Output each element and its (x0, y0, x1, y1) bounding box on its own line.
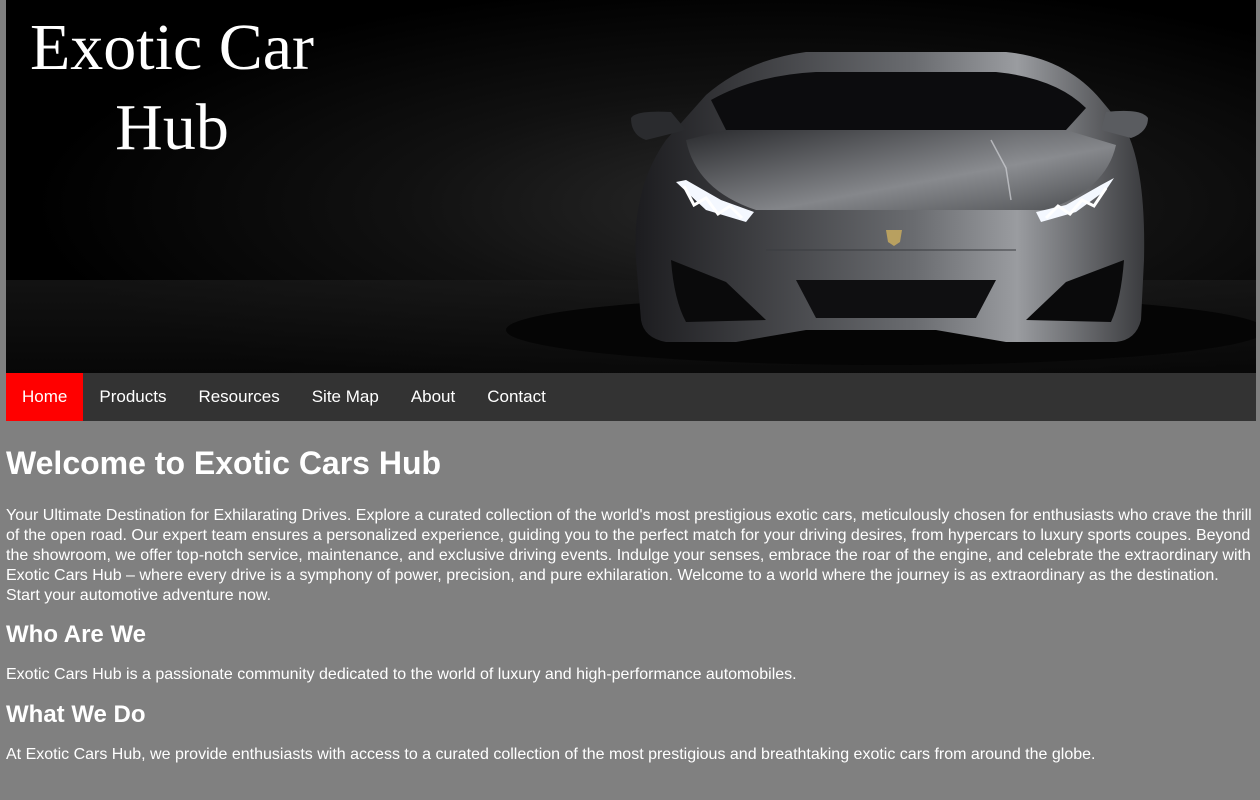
page-heading: Welcome to Exotic Cars Hub (6, 445, 442, 481)
main-navigation: Home Products Resources Site Map About C… (6, 373, 1256, 421)
nav-contact-link[interactable]: Contact (471, 373, 562, 421)
nav-site-map-link[interactable]: Site Map (296, 373, 395, 421)
section-text-what-we-do: At Exotic Cars Hub, we provide enthusias… (6, 746, 1096, 763)
section-heading-what-we-do: What We Do (6, 701, 146, 728)
page: Exotic Car Hub Home Products Resources S… (0, 0, 1260, 800)
site-title: Exotic Car Hub (29, 11, 315, 164)
section-text-who-are-we: Exotic Cars Hub is a passionate communit… (6, 666, 797, 683)
nav-products-link[interactable]: Products (83, 373, 182, 421)
hero-banner: Exotic Car Hub (6, 0, 1256, 373)
nav-home-link[interactable]: Home (6, 373, 84, 421)
intro-paragraph: Your Ultimate Destination for Exhilarati… (6, 507, 1252, 604)
section-heading-who-are-we: Who Are We (6, 621, 147, 648)
nav-resources-link[interactable]: Resources (182, 373, 295, 421)
nav-about-link[interactable]: About (395, 373, 471, 421)
main-content: Welcome to Exotic Cars Hub Your Ultimate… (6, 421, 1256, 765)
